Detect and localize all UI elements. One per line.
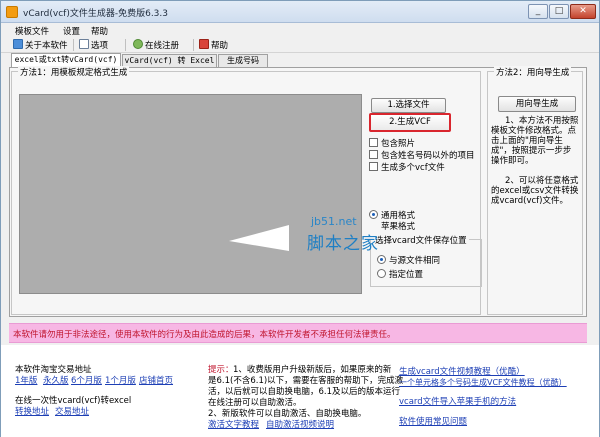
include-photo-label: 包含照片 xyxy=(381,139,416,149)
save-custom-location-radio[interactable]: 指定位置 xyxy=(377,268,423,280)
options-label: 选项 xyxy=(91,41,109,51)
app-icon xyxy=(6,6,18,18)
watermark-url: jb51.net xyxy=(311,215,357,228)
title-bar[interactable]: vCard(vcf)文件生成器-免费版6.3.3 _ □ ✕ xyxy=(1,1,599,23)
menu-settings[interactable]: 设置 xyxy=(63,25,80,37)
taobao-link-shop[interactable]: 店铺首页 xyxy=(139,374,173,386)
watermark-text: 脚本之家 xyxy=(307,234,379,254)
wizard-description-paragraph: 2、可以将任意格式的excel或csv文件转换成vcard(vcf)文件。 xyxy=(491,176,579,206)
list-icon xyxy=(79,39,89,49)
toolbar-separator xyxy=(125,39,126,51)
about-button[interactable]: 关于本软件 xyxy=(13,39,68,51)
method1-title: 方法1：用模板规定格式生成 xyxy=(18,66,130,78)
legal-warning-bar: 本软件请勿用于非法途径，使用本软件的行为及由此造成的后果，本软件开发者不承担任何… xyxy=(9,323,587,343)
tip-link-activation-tutorial[interactable]: 激活文字教程 xyxy=(208,418,259,430)
tip-link-activation-video[interactable]: 自助激活视频说明 xyxy=(266,418,334,430)
taobao-link-permanent[interactable]: 永久版 xyxy=(43,374,69,386)
minimize-button[interactable]: _ xyxy=(528,4,548,19)
convert-link-address[interactable]: 转换地址 xyxy=(15,405,49,417)
convert-link-trade[interactable]: 交易地址 xyxy=(55,405,89,417)
wizard-button[interactable]: 用向导生成 xyxy=(498,96,576,112)
menu-template-file[interactable]: 模板文件 xyxy=(15,25,49,37)
toolbar: 关于本软件 选项 在线注册 帮助 xyxy=(1,37,599,53)
include-photo-checkbox[interactable]: 包含照片 xyxy=(369,137,415,149)
globe-icon xyxy=(133,39,143,49)
legal-warning-text: 本软件请勿用于非法途径，使用本软件的行为及由此造成的后果，本软件开发者不承担任何… xyxy=(13,330,396,340)
generate-vcf-button[interactable]: 2.生成VCF xyxy=(369,113,451,132)
tutorial-link-faq[interactable]: 软件使用常见问题 xyxy=(399,415,467,427)
save-custom-location-label: 指定位置 xyxy=(389,270,424,280)
help-label: 帮助 xyxy=(211,41,229,51)
tab-generate-numbers[interactable]: 生成号码 xyxy=(218,54,268,67)
tutorial-link-video[interactable]: 生成vcard文件视频教程（优酷） xyxy=(399,365,525,377)
taobao-link-1month[interactable]: 1个月版 xyxy=(105,374,136,386)
close-button[interactable]: ✕ xyxy=(570,4,596,19)
watermark-arrow-icon xyxy=(229,225,289,251)
taobao-link-6months[interactable]: 6个月版 xyxy=(71,374,102,386)
tab-vcard-to-excel[interactable]: vCard(vcf) 转 Excel xyxy=(122,54,217,67)
info-icon xyxy=(13,39,23,49)
include-extra-fields-checkbox[interactable]: 包含姓名号码以外的项目 xyxy=(369,149,475,161)
checkbox-box[interactable] xyxy=(369,162,378,171)
toolbar-separator xyxy=(193,39,194,51)
tutorial-link-apple-import[interactable]: vcard文件导入苹果手机的方法 xyxy=(399,395,516,407)
help-icon xyxy=(199,39,209,49)
preview-area[interactable] xyxy=(19,94,362,294)
include-extra-fields-label: 包含姓名号码以外的项目 xyxy=(381,151,475,161)
wizard-description-paragraph: 1、本方法不用按照模板文件修改格式。点击上面的"用向导生成"，按照提示一步步操作… xyxy=(491,116,579,166)
wizard-description: 1、本方法不用按照模板文件修改格式。点击上面的"用向导生成"，按照提示一步步操作… xyxy=(491,116,579,216)
taobao-link-1year[interactable]: 1年版 xyxy=(15,374,37,386)
window-title: vCard(vcf)文件生成器-免费版6.3.3 xyxy=(23,9,168,19)
menu-help[interactable]: 帮助 xyxy=(91,25,108,37)
multiple-files-checkbox[interactable]: 生成多个vcf文件 xyxy=(369,161,445,173)
radio-button[interactable] xyxy=(377,269,386,278)
toolbar-separator xyxy=(73,39,74,51)
bottom-info-area: 本软件淘宝交易地址 1年版 永久版 6个月版 1个月版 店铺首页 在线一次性vc… xyxy=(1,345,599,437)
online-register-button[interactable]: 在线注册 xyxy=(133,39,179,51)
save-same-as-source-label: 与源文件相同 xyxy=(389,256,441,266)
select-file-button[interactable]: 1.选择文件 xyxy=(371,98,446,113)
app-window: vCard(vcf)文件生成器-免费版6.3.3 _ □ ✕ 模板文件 设置 帮… xyxy=(0,0,600,437)
maximize-button[interactable]: □ xyxy=(549,4,569,19)
multiple-files-label: 生成多个vcf文件 xyxy=(381,163,445,173)
site-watermark: jb51.net 脚本之家 xyxy=(229,213,389,263)
online-register-label: 在线注册 xyxy=(145,41,180,51)
checkbox-box[interactable] xyxy=(369,138,378,147)
help-button[interactable]: 帮助 xyxy=(199,39,228,51)
checkbox-box[interactable] xyxy=(369,150,378,159)
menu-bar: 模板文件 设置 帮助 xyxy=(1,23,599,37)
method2-title: 方法2：用向导生成 xyxy=(494,66,572,78)
tutorial-link-multi-number[interactable]: 一个单元格多个号码生成VCF文件教程（优酷） xyxy=(399,377,567,388)
options-button[interactable]: 选项 xyxy=(79,39,108,51)
about-label: 关于本软件 xyxy=(25,41,68,51)
